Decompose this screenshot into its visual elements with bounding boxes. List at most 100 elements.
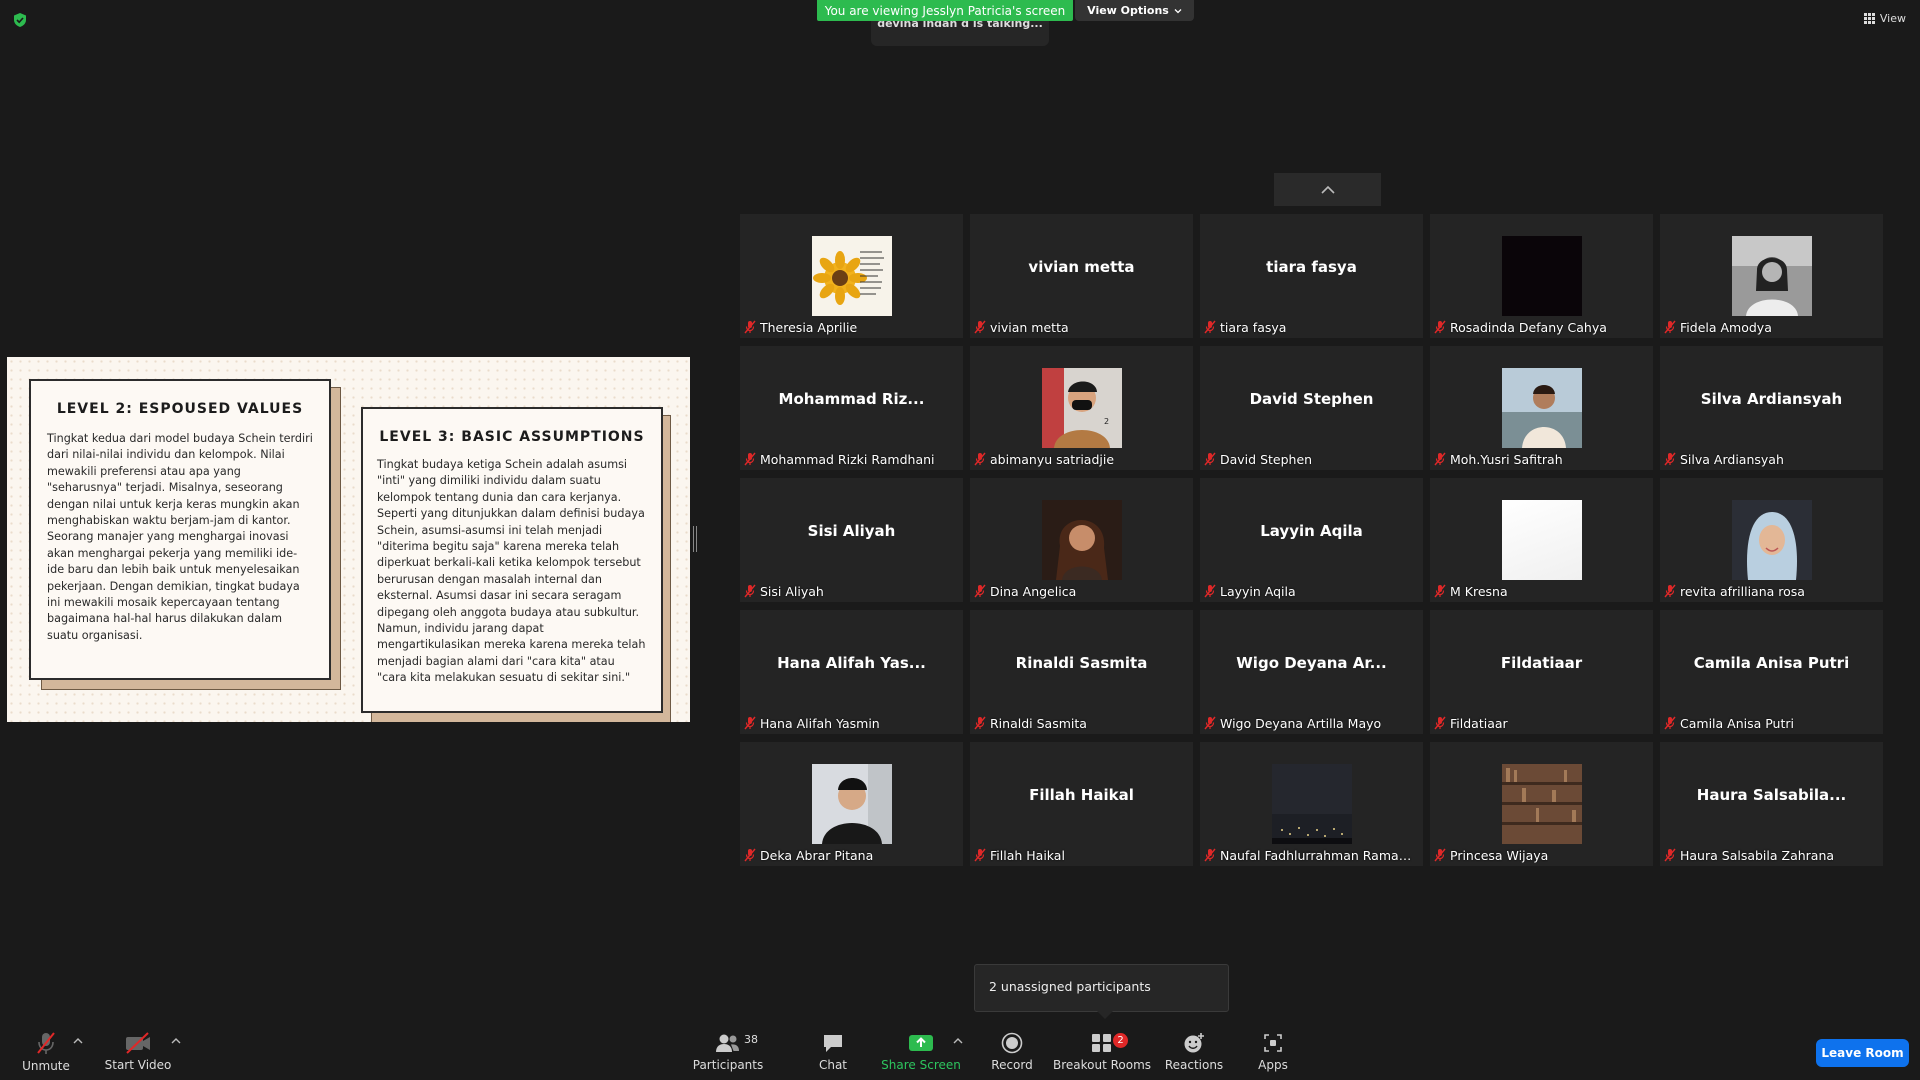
participant-name-label: Fidela Amodya [1664, 318, 1772, 336]
participant-tile[interactable]: Sisi Aliyah Sisi Aliyah [740, 478, 963, 602]
participant-tile-name: Haura Salsabila... [1696, 786, 1847, 804]
participant-tile[interactable]: Rinaldi Sasmita Rinaldi Sasmita [970, 610, 1193, 734]
participant-tile-name: David Stephen [1249, 390, 1374, 408]
participant-tile-name: Fillah Haikal [1029, 786, 1134, 804]
participant-tile[interactable]: vivian metta vivian metta [970, 214, 1193, 338]
start-video-button[interactable]: Start Video [104, 1024, 172, 1080]
participant-tile[interactable]: Fillah Haikal Fillah Haikal [970, 742, 1193, 866]
participant-name-text: David Stephen [1220, 451, 1313, 467]
participant-avatar [1502, 500, 1582, 580]
participant-name-text: Hana Alifah Yasmin [760, 715, 880, 731]
participant-tile[interactable]: Moh.Yusri Safitrah [1430, 346, 1653, 470]
participant-avatar [1042, 500, 1122, 580]
participant-name-label: Dina Angelica [974, 582, 1076, 600]
security-shield-icon[interactable] [12, 12, 28, 28]
participant-tile[interactable]: Princesa Wijaya [1430, 742, 1653, 866]
participant-avatar [1502, 368, 1582, 448]
participant-tile[interactable]: M Kresna [1430, 478, 1653, 602]
mic-muted-icon [1434, 848, 1446, 862]
participant-tile[interactable]: Layyin Aqila Layyin Aqila [1200, 478, 1423, 602]
participant-name-label: David Stephen [1204, 450, 1312, 468]
video-camera-off-icon [126, 1032, 150, 1054]
participant-name-text: Haura Salsabila Zahrana [1680, 847, 1835, 863]
view-options-label: View Options [1087, 4, 1169, 17]
participant-name-text: Theresia Aprilie [760, 319, 858, 335]
mic-muted-icon [1664, 452, 1676, 466]
participants-icon [716, 1034, 739, 1052]
unmute-button[interactable]: Unmute [18, 1024, 74, 1080]
participant-tile[interactable]: David Stephen David Stephen [1200, 346, 1423, 470]
participant-tile[interactable]: revita afrilliana rosa [1660, 478, 1883, 602]
participant-tile[interactable]: Deka Abrar Pitana [740, 742, 963, 866]
participant-tile[interactable]: Silva Ardiansyah Silva Ardiansyah [1660, 346, 1883, 470]
person-photo [1732, 500, 1812, 580]
card-body: Tingkat budaya ketiga Schein adalah asum… [377, 458, 646, 685]
participant-tile[interactable]: Dina Angelica [970, 478, 1193, 602]
meeting-toolbar: Unmute Start Video Participants 38 Chat [0, 1024, 1920, 1080]
breakout-rooms-label: Breakout Rooms [1052, 1058, 1152, 1072]
breakout-rooms-icon [1092, 1034, 1111, 1052]
participant-tile[interactable]: Camila Anisa Putri Camila Anisa Putri [1660, 610, 1883, 734]
participant-tile[interactable]: Hana Alifah Yas... Hana Alifah Yasmin [740, 610, 963, 734]
participant-tile[interactable]: Fidela Amodya [1660, 214, 1883, 338]
view-options-button[interactable]: View Options [1075, 0, 1194, 21]
mic-muted-icon [1664, 848, 1676, 862]
participant-avatar [812, 764, 892, 844]
chat-button[interactable]: Chat [812, 1024, 854, 1080]
participant-tile[interactable]: Fildatiaar Fildatiaar [1430, 610, 1653, 734]
mic-muted-icon [1434, 452, 1446, 466]
participants-label: Participants [692, 1058, 764, 1072]
audio-options-caret-icon[interactable] [72, 1036, 84, 1046]
mic-muted-icon [1204, 452, 1216, 466]
card-basic-assumptions: LEVEL 3: BASIC ASSUMPTIONS Tingkat buday… [361, 407, 663, 713]
participant-name-label: Sisi Aliyah [744, 582, 824, 600]
participant-tile[interactable]: Theresia Aprilie [740, 214, 963, 338]
participant-name-label: Camila Anisa Putri [1664, 714, 1794, 732]
gallery-scroll-up-button[interactable] [1274, 173, 1381, 206]
participant-tile[interactable]: 2 abimanyu satriadjie [970, 346, 1193, 470]
leave-room-button[interactable]: Leave Room [1816, 1039, 1909, 1067]
share-screen-button[interactable]: Share Screen [881, 1024, 961, 1080]
participant-tile[interactable]: Rosadinda Defany Cahya [1430, 214, 1653, 338]
share-screen-label: Share Screen [881, 1058, 961, 1072]
participant-tile-name: Sisi Aliyah [807, 522, 896, 540]
participant-name-text: Deka Abrar Pitana [760, 847, 874, 863]
mic-muted-icon [1204, 320, 1216, 334]
participant-name-label: tiara fasya [1204, 318, 1286, 336]
mic-muted-icon [974, 716, 986, 730]
video-options-caret-icon[interactable] [170, 1036, 182, 1046]
participant-name-text: Rosadinda Defany Cahya [1450, 319, 1607, 335]
participant-avatar [1502, 764, 1582, 844]
participant-tile[interactable]: Naufal Fadhlurrahman Ramadhan [1200, 742, 1423, 866]
record-button[interactable]: Record [988, 1024, 1036, 1080]
participant-name-label: Fildatiaar [1434, 714, 1508, 732]
apps-button[interactable]: Apps [1254, 1024, 1292, 1080]
card-espoused-values: LEVEL 2: ESPOUSED VALUES Tingkat kedua d… [29, 379, 331, 680]
participant-tile[interactable]: tiara fasya tiara fasya [1200, 214, 1423, 338]
grid-view-icon [1863, 13, 1875, 24]
library-image [1502, 764, 1582, 844]
participant-avatar [1732, 236, 1812, 316]
reactions-button[interactable]: Reactions [1165, 1024, 1223, 1080]
mic-muted-icon [744, 848, 756, 862]
participant-name-text: Fildatiaar [1450, 715, 1508, 731]
participant-avatar [812, 236, 892, 316]
view-layout-label: View [1879, 12, 1906, 25]
split-view-resize-handle[interactable] [693, 526, 697, 552]
participant-name-label: Rinaldi Sasmita [974, 714, 1087, 732]
participant-tile[interactable]: Wigo Deyana Ar... Wigo Deyana Artilla Ma… [1200, 610, 1423, 734]
participant-name-text: Naufal Fadhlurrahman Ramadhan [1220, 847, 1419, 863]
apps-label: Apps [1258, 1058, 1288, 1072]
mic-muted-icon [974, 452, 986, 466]
participant-tile[interactable]: Mohammad Riz... Mohammad Rizki Ramdhani [740, 346, 963, 470]
share-options-caret-icon[interactable] [952, 1036, 964, 1046]
participant-tile[interactable]: Haura Salsabila... Haura Salsabila Zahra… [1660, 742, 1883, 866]
card-title: LEVEL 2: ESPOUSED VALUES [56, 401, 304, 417]
chevron-down-icon [1174, 8, 1182, 13]
mic-muted-icon [744, 320, 756, 334]
breakout-rooms-button[interactable]: Breakout Rooms [1052, 1024, 1152, 1080]
view-layout-button[interactable]: View [1863, 12, 1906, 25]
participant-avatar [1272, 764, 1352, 844]
person-photo [1502, 368, 1582, 448]
participants-gallery: Theresia Aprilie vivian metta vivian met… [740, 214, 1883, 866]
